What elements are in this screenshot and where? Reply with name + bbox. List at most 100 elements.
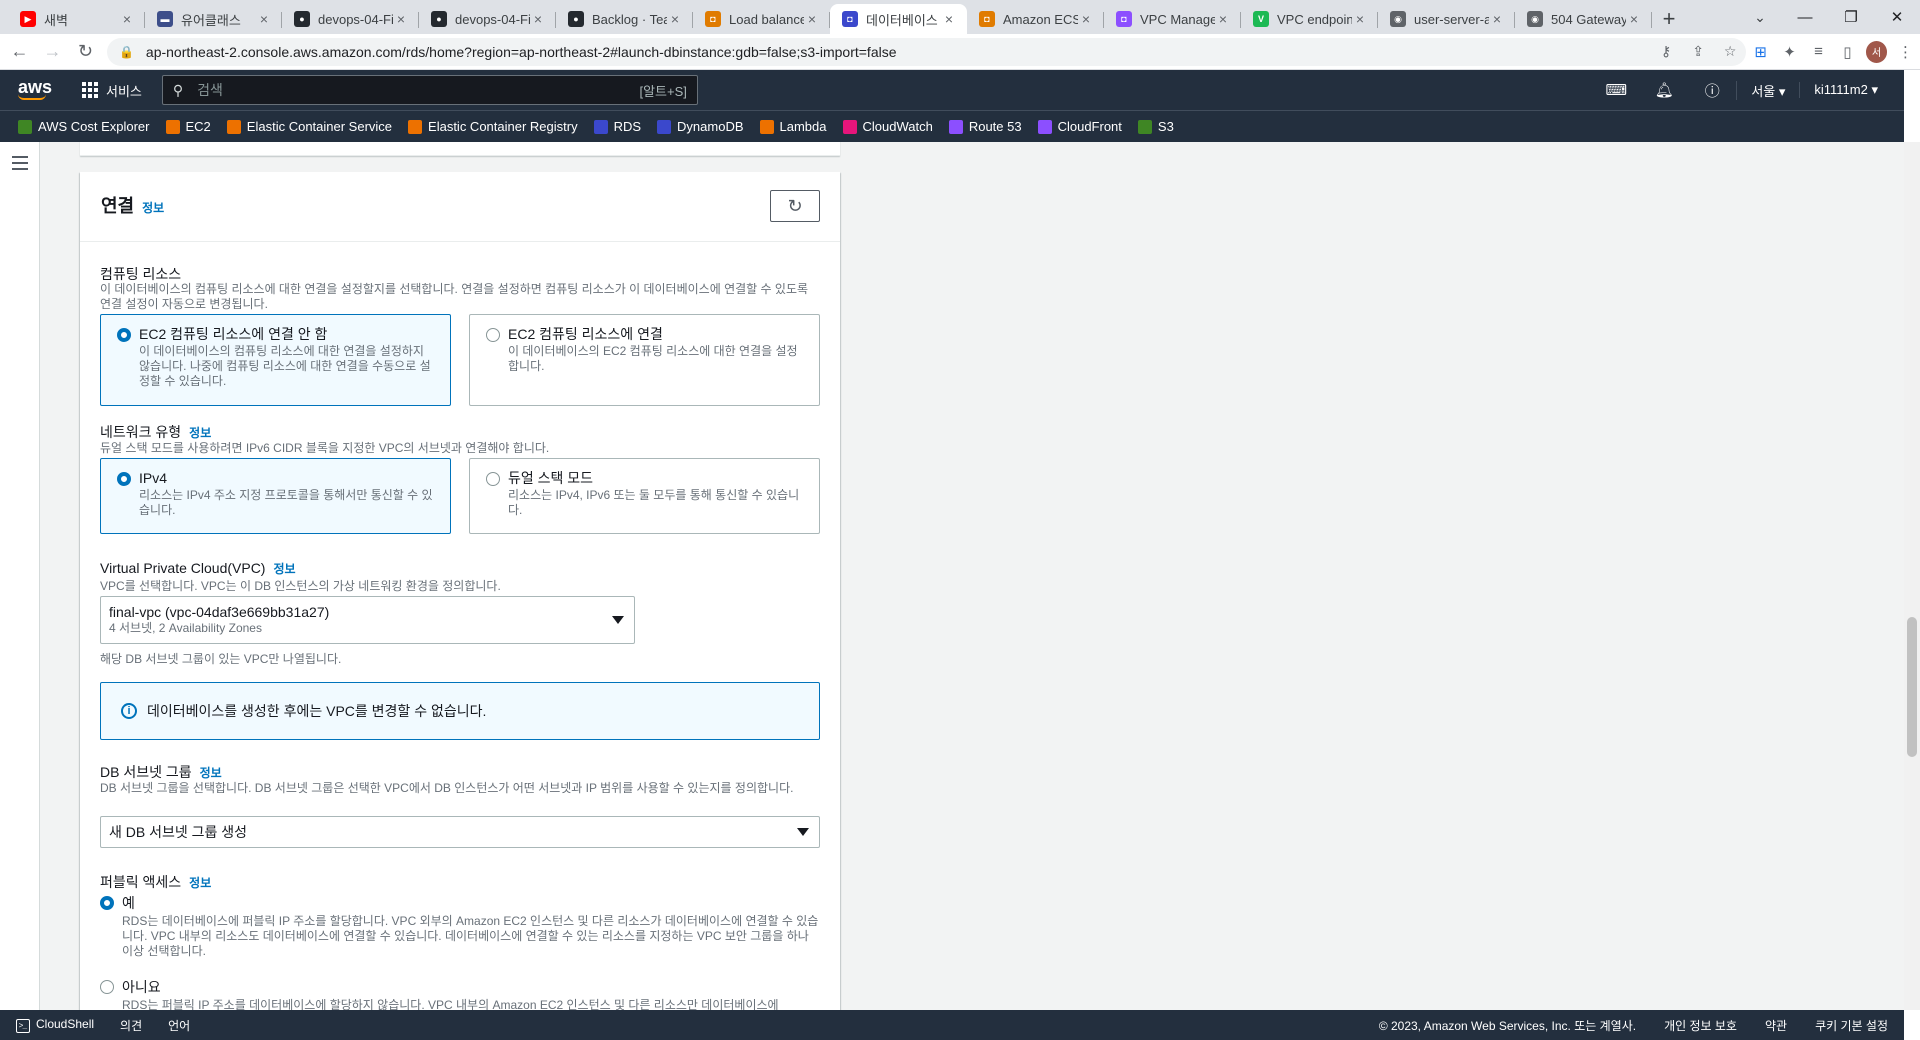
radio-unselected[interactable] [486, 472, 500, 486]
new-tab-button[interactable]: + [1652, 4, 1686, 34]
browser-tab[interactable]: ▶ 새벽 × [8, 4, 145, 34]
aws-logo[interactable]: aws [18, 78, 52, 100]
services-menu-button[interactable]: 서비스 [82, 81, 142, 100]
browser-tab[interactable]: ◘ Amazon ECS × [967, 4, 1104, 34]
tab-close-icon[interactable]: × [1489, 11, 1505, 27]
tab-close-icon[interactable]: × [1626, 11, 1642, 27]
notifications-bell-icon[interactable]: 🔔︎ [1640, 81, 1688, 99]
alert-text: 데이터베이스를 생성한 후에는 VPC를 변경할 수 없습니다. [147, 703, 487, 719]
browser-tab[interactable]: ◉ user-server-a × [1378, 4, 1515, 34]
language-link[interactable]: 언어 [168, 1017, 190, 1034]
favorite-service-link[interactable]: AWS Cost Explorer [18, 119, 150, 134]
key-icon[interactable]: ⚷ [1650, 43, 1682, 60]
page-scrollbar[interactable] [1904, 142, 1920, 1010]
browser-tab[interactable]: ● devops-04-Fi × [419, 4, 556, 34]
favorite-service-link[interactable]: CloudWatch [842, 119, 933, 134]
cloudshell-link[interactable]: >_ CloudShell [16, 1017, 94, 1033]
tab-favicon-icon: ◘ [842, 11, 858, 27]
tab-close-icon[interactable]: × [1078, 11, 1094, 27]
browser-tab[interactable]: ● Backlog · Tea × [556, 4, 693, 34]
browser-tab[interactable]: ● devops-04-Fi × [282, 4, 419, 34]
scrollbar-thumb[interactable] [1907, 617, 1917, 757]
vpc-select[interactable]: final-vpc (vpc-04daf3e669bb31a27) 4 서브넷,… [100, 596, 635, 644]
url-omnibox[interactable]: 🔒 ap-northeast-2.console.aws.amazon.com/… [106, 37, 1747, 66]
restore-icon[interactable]: ❐ [1828, 0, 1874, 34]
browser-tab[interactable]: ▬ 유어클래스 × [145, 4, 282, 34]
favorite-service-link[interactable]: S3 [1137, 119, 1174, 134]
region-selector[interactable]: 서울 ▾ [1736, 80, 1799, 100]
browser-tab[interactable]: V VPC endpoin × [1241, 4, 1378, 34]
radio-unselected[interactable] [100, 980, 114, 994]
favorite-service-link[interactable]: Lambda [759, 119, 827, 134]
network-type-info-link[interactable]: 정보 [189, 426, 211, 440]
translate-icon[interactable]: ⊞ [1746, 38, 1775, 66]
public-access-no[interactable]: 아니요 RDS는 퍼블릭 IP 주소를 데이터베이스에 할당하지 않습니다. V… [100, 978, 820, 1010]
favorite-service-link[interactable]: DynamoDB [657, 119, 744, 134]
favorite-label: RDS [613, 119, 642, 134]
tab-close-icon[interactable]: × [941, 11, 957, 27]
back-icon[interactable]: ← [6, 38, 33, 66]
reload-icon[interactable]: ↻ [72, 38, 99, 66]
tab-close-icon[interactable]: × [1352, 11, 1368, 27]
network-option-ipv4[interactable]: IPv4 리소스는 IPv4 주소 지정 프로토콜을 통해서만 통신할 수 있습… [100, 458, 451, 534]
favorite-service-link[interactable]: CloudFront [1037, 119, 1122, 134]
tab-close-icon[interactable]: × [119, 11, 135, 27]
hamburger-menu-icon[interactable] [12, 156, 28, 174]
account-menu[interactable]: ki1111m2 ▾ [1799, 82, 1892, 98]
tab-close-icon[interactable]: × [256, 11, 272, 27]
share-icon[interactable]: ⇪ [1682, 43, 1714, 60]
terms-link[interactable]: 약관 [1765, 1017, 1787, 1034]
browser-tab-strip: ▶ 새벽 × ▬ 유어클래스 × ● devops-04-Fi × ● devops-04-Fi × ●… [0, 0, 1920, 34]
privacy-link[interactable]: 개인 정보 보호 [1664, 1017, 1737, 1034]
panel-info-link[interactable]: 정보 [142, 201, 164, 215]
favorite-service-link[interactable]: EC2 [165, 119, 211, 134]
compute-option-no-connect[interactable]: EC2 컴퓨팅 리소스에 연결 안 함 이 데이터베이스의 컴퓨팅 리소스에 대… [100, 314, 451, 406]
reading-list-icon[interactable]: ≡ [1804, 38, 1833, 66]
cookie-settings-link[interactable]: 쿠키 기본 설정 [1815, 1017, 1888, 1034]
subnet-group-info-link[interactable]: 정보 [200, 766, 222, 780]
browser-tab[interactable]: ◘ VPC Manage × [1104, 4, 1241, 34]
console-search-input[interactable]: ⚲ 검색 [알트+S] [161, 75, 698, 105]
favorite-service-link[interactable]: Route 53 [948, 119, 1022, 134]
browser-tab[interactable]: ◘ 데이터베이스 × [830, 4, 967, 34]
tab-close-icon[interactable]: × [530, 11, 546, 27]
minimize-icon[interactable]: — [1782, 0, 1828, 34]
feedback-link[interactable]: 의견 [120, 1017, 142, 1034]
radio-selected[interactable] [117, 472, 131, 486]
network-option-dual-stack[interactable]: 듀얼 스택 모드 리소스는 IPv4, IPv6 또는 둘 모두를 통해 통신할… [469, 458, 820, 534]
refresh-button[interactable]: ↻ [770, 190, 820, 222]
favorite-service-link[interactable]: Elastic Container Service [226, 119, 392, 134]
cloudshell-icon[interactable]: ⌨ [1592, 81, 1640, 99]
forward-icon[interactable]: → [39, 38, 66, 66]
radio-selected[interactable] [100, 896, 114, 910]
tab-close-icon[interactable]: × [667, 11, 683, 27]
side-panel-icon[interactable]: ▯ [1833, 38, 1862, 66]
panel-header: 연결 정보 ↻ [80, 172, 840, 242]
close-window-icon[interactable]: ✕ [1874, 0, 1920, 34]
option-desc: 이 데이터베이스의 컴퓨팅 리소스에 대한 연결을 설정하지 않습니다. 나중에… [139, 344, 431, 388]
browser-tab[interactable]: ◉ 504 Gateway × [1515, 4, 1652, 34]
service-icon [657, 119, 672, 134]
favorite-service-link[interactable]: Elastic Container Registry [408, 119, 578, 134]
favorite-service-link[interactable]: RDS [593, 119, 642, 134]
lock-icon[interactable]: 🔒 [119, 45, 134, 59]
browser-tab[interactable]: ◘ Load balance × [693, 4, 830, 34]
tab-close-icon[interactable]: × [393, 11, 409, 27]
public-access-info-link[interactable]: 정보 [189, 876, 211, 890]
tab-close-icon[interactable]: × [804, 11, 820, 27]
radio-selected[interactable] [117, 328, 131, 342]
help-icon[interactable]: ⓘ [1688, 80, 1736, 101]
compute-option-connect[interactable]: EC2 컴퓨팅 리소스에 연결 이 데이터베이스의 EC2 컴퓨팅 리소스에 대… [469, 314, 820, 406]
subnet-group-select[interactable]: 새 DB 서브넷 그룹 생성 [100, 816, 820, 848]
vpc-hint: 해당 DB 서브넷 그룹이 있는 VPC만 나열됩니다. [100, 652, 342, 666]
vpc-info-link[interactable]: 정보 [273, 562, 295, 576]
bookmark-star-icon[interactable]: ☆ [1714, 43, 1746, 60]
tab-search-icon[interactable]: ⌄ [1740, 0, 1780, 34]
public-access-yes[interactable]: 예 RDS는 데이터베이스에 퍼블릭 IP 주소를 할당합니다. VPC 외부의… [100, 894, 820, 959]
radio-unselected[interactable] [486, 328, 500, 342]
tab-favicon-icon: ● [294, 11, 310, 27]
extensions-icon[interactable]: ✦ [1775, 38, 1804, 66]
browser-menu-icon[interactable]: ⋮ [1891, 38, 1920, 66]
tab-close-icon[interactable]: × [1215, 11, 1231, 27]
profile-avatar[interactable]: 서 [1865, 40, 1888, 63]
